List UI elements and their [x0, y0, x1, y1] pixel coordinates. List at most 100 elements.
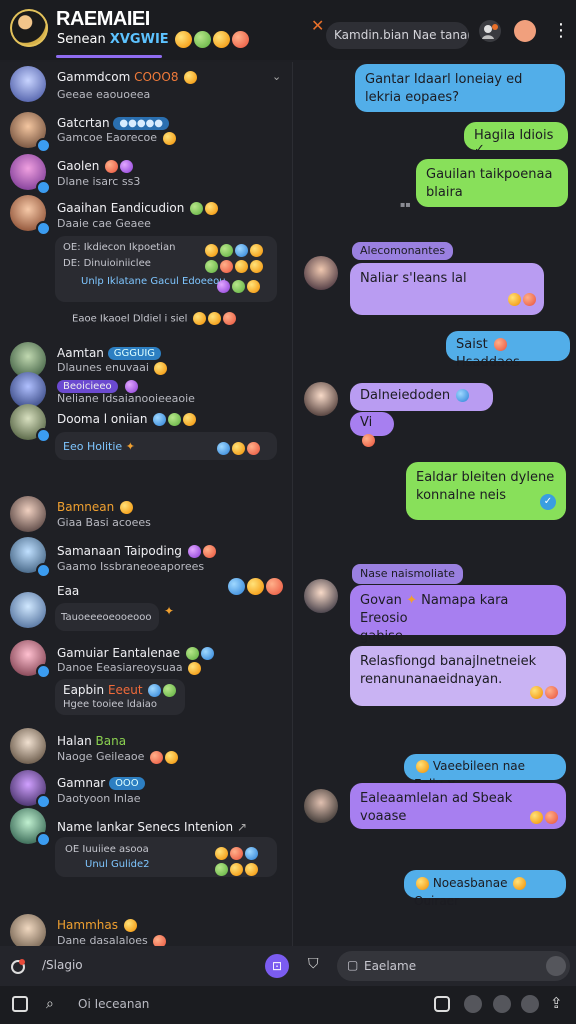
input-icon: ▢: [347, 958, 359, 972]
composer-label[interactable]: /Slagio: [42, 958, 83, 972]
emoji-icon: [184, 71, 198, 84]
avatar[interactable]: [10, 728, 46, 764]
conversation-name[interactable]: Eaa: [57, 584, 79, 598]
message-bubble[interactable]: Vaeebileen nae Ealiv ✕: [404, 754, 566, 791]
attach-icon[interactable]: [10, 958, 26, 974]
thread-preview-panel[interactable]: Eeo Holitie ✦: [55, 432, 277, 460]
conversation-name[interactable]: Aamtan GGGUIG: [57, 346, 162, 360]
emoji-icon: [183, 413, 197, 426]
avatar[interactable]: [10, 372, 46, 408]
message-bubble[interactable]: Gantar Idaarl loneiay ed lekria eopaes?: [355, 64, 565, 112]
name-tag: COOO8: [134, 70, 179, 84]
conversation-name[interactable]: Hammhas: [57, 918, 137, 932]
shield-icon[interactable]: ⛉: [308, 956, 319, 972]
conversation-preview: Geeae eaouoeea: [57, 88, 151, 101]
conversation-name[interactable]: Gaaihan Eandicudion: [57, 201, 219, 215]
conversation-name[interactable]: Gammdcom COOO8: [57, 70, 198, 84]
message-bubble[interactable]: Govan ✦ Namapa kara Ereosio gabise: [350, 585, 566, 644]
emoji-icon: [245, 863, 258, 876]
more-options-icon[interactable]: ⋮: [552, 20, 570, 42]
emoji-icon: [123, 919, 137, 932]
conversation-name[interactable]: Samanaan Taipoding: [57, 544, 216, 558]
emoji-icon: [530, 686, 543, 699]
message-bubble[interactable]: Gauilan taikpoenaa blaira: [416, 159, 568, 207]
avatar[interactable]: [10, 66, 46, 102]
emoji-picker-icon[interactable]: [521, 995, 539, 1013]
conversation-preview: Dlaunes enuvaai: [57, 361, 168, 375]
input-placeholder: Eaelame: [364, 959, 417, 973]
message-bubble[interactable]: Saist Hsaddaes: [446, 331, 570, 370]
message-bubble[interactable]: Naliar s'leans lal: [350, 263, 544, 315]
layout-icon[interactable]: [12, 996, 28, 1012]
emoji-icon: [217, 442, 230, 455]
emoji-icon: [202, 545, 216, 558]
chat-thread: Gantar Idaarl loneiay ed lekria eopaes? …: [293, 62, 576, 946]
message-bubble[interactable]: Noeasbanae Ouiraer: [404, 870, 566, 908]
reaction-icons: [213, 859, 258, 878]
conversation-name[interactable]: Gatcrtan ●●●●●: [57, 116, 170, 130]
message-bubble[interactable]: Ealeaamlelan ad Sbeak voaase: [350, 783, 566, 829]
reaction-icons: [215, 438, 260, 457]
emoji-icon: [174, 31, 192, 48]
avatar[interactable]: [304, 579, 338, 613]
conversation-name[interactable]: Gamnar OOO: [57, 776, 145, 790]
verified-badge-icon: [36, 221, 51, 236]
conversation-name[interactable]: Name lankar Senecs Intenion ↗: [57, 820, 247, 834]
sticker-icon[interactable]: [464, 995, 482, 1013]
avatar[interactable]: [304, 382, 338, 416]
name-tag: GGGUIG: [107, 347, 162, 360]
emoji-icon: [212, 31, 230, 48]
conversation-preview: Gamcoe Eaorecoe: [57, 131, 176, 145]
emoji-icon: [266, 578, 283, 595]
conversation-name[interactable]: Gaolen: [57, 159, 134, 173]
reaction-icon[interactable]: [514, 20, 536, 42]
avatar[interactable]: [10, 496, 46, 532]
format-button[interactable]: ⊡: [265, 954, 289, 978]
emoji-icon: [222, 312, 236, 325]
message-bubble[interactable]: Dalneiedoden: [350, 383, 493, 411]
thread-preview-panel[interactable]: OE: Ikdiecon Ikpoetian DE: Dinuioiniicle…: [55, 236, 277, 302]
verified-badge-icon: [36, 180, 51, 195]
name-tag: Eeeut: [107, 683, 143, 697]
emoji-icon: [250, 260, 263, 273]
emoji-icon: [215, 863, 228, 876]
message-bubble[interactable]: Hagila Idiois ✓: [464, 122, 568, 157]
avatar[interactable]: [304, 789, 338, 823]
conversation-name[interactable]: Gamuiar Eantalenae: [57, 646, 214, 660]
reaction-icons: [215, 276, 260, 295]
avatar[interactable]: [304, 256, 338, 290]
conversation-preview: Giaa Basi acoees: [57, 516, 151, 529]
timestamp: ▪▪: [400, 200, 411, 209]
profile-avatar[interactable]: [10, 9, 48, 47]
close-icon[interactable]: ✕: [311, 16, 324, 35]
emoji-icon: [153, 413, 167, 426]
message-bubble[interactable]: Vi: [350, 412, 394, 447]
message-input[interactable]: ▢ Eaelame: [337, 951, 570, 981]
message-bubble[interactable]: Ealdar bleiten dylene konnalne neis ✓: [406, 462, 566, 520]
share-icon[interactable]: ⇪: [550, 994, 563, 1012]
thread-footer[interactable]: Eaoe Ikaoel Dldiel i siel: [72, 312, 236, 325]
thread-preview-panel[interactable]: Tauoeeeoeooeooo: [55, 603, 159, 631]
reaction-icons: [226, 576, 283, 595]
message-bubble[interactable]: Relasfiongd banajlnetneiek renanunanaeid…: [350, 646, 566, 706]
microphone-icon[interactable]: [546, 956, 566, 976]
avatar[interactable]: [10, 592, 46, 628]
contact-icon[interactable]: [479, 20, 501, 42]
subtitle-text: Senean: [57, 32, 106, 47]
avatar[interactable]: [10, 914, 46, 950]
gif-icon[interactable]: [493, 995, 511, 1013]
bottom-label[interactable]: Oi Ieceanan: [78, 997, 149, 1011]
search-field[interactable]: Kamdin.bian Nae tanan: [326, 22, 469, 49]
chevron-down-icon[interactable]: ⌄: [272, 70, 281, 83]
emoji-icon: [493, 338, 507, 351]
conversation-name[interactable]: Halan Bana: [57, 734, 126, 748]
conversation-name[interactable]: Bamnean: [57, 500, 134, 514]
search-icon[interactable]: ⌕: [46, 996, 54, 1012]
app-title: RAEMAIEI: [56, 8, 150, 30]
thread-preview-panel[interactable]: Eapbin Eeeut Hgee tooiee ldaiao: [55, 679, 185, 715]
emoji-icon: [231, 31, 249, 48]
camera-icon[interactable]: [434, 996, 450, 1012]
conversation-name[interactable]: Dooma l oniian: [57, 412, 197, 426]
thread-preview-panel[interactable]: OE Iuuiiee asooa Unul Gulide2: [55, 837, 277, 877]
status-badge: ●●●●●: [113, 117, 170, 130]
